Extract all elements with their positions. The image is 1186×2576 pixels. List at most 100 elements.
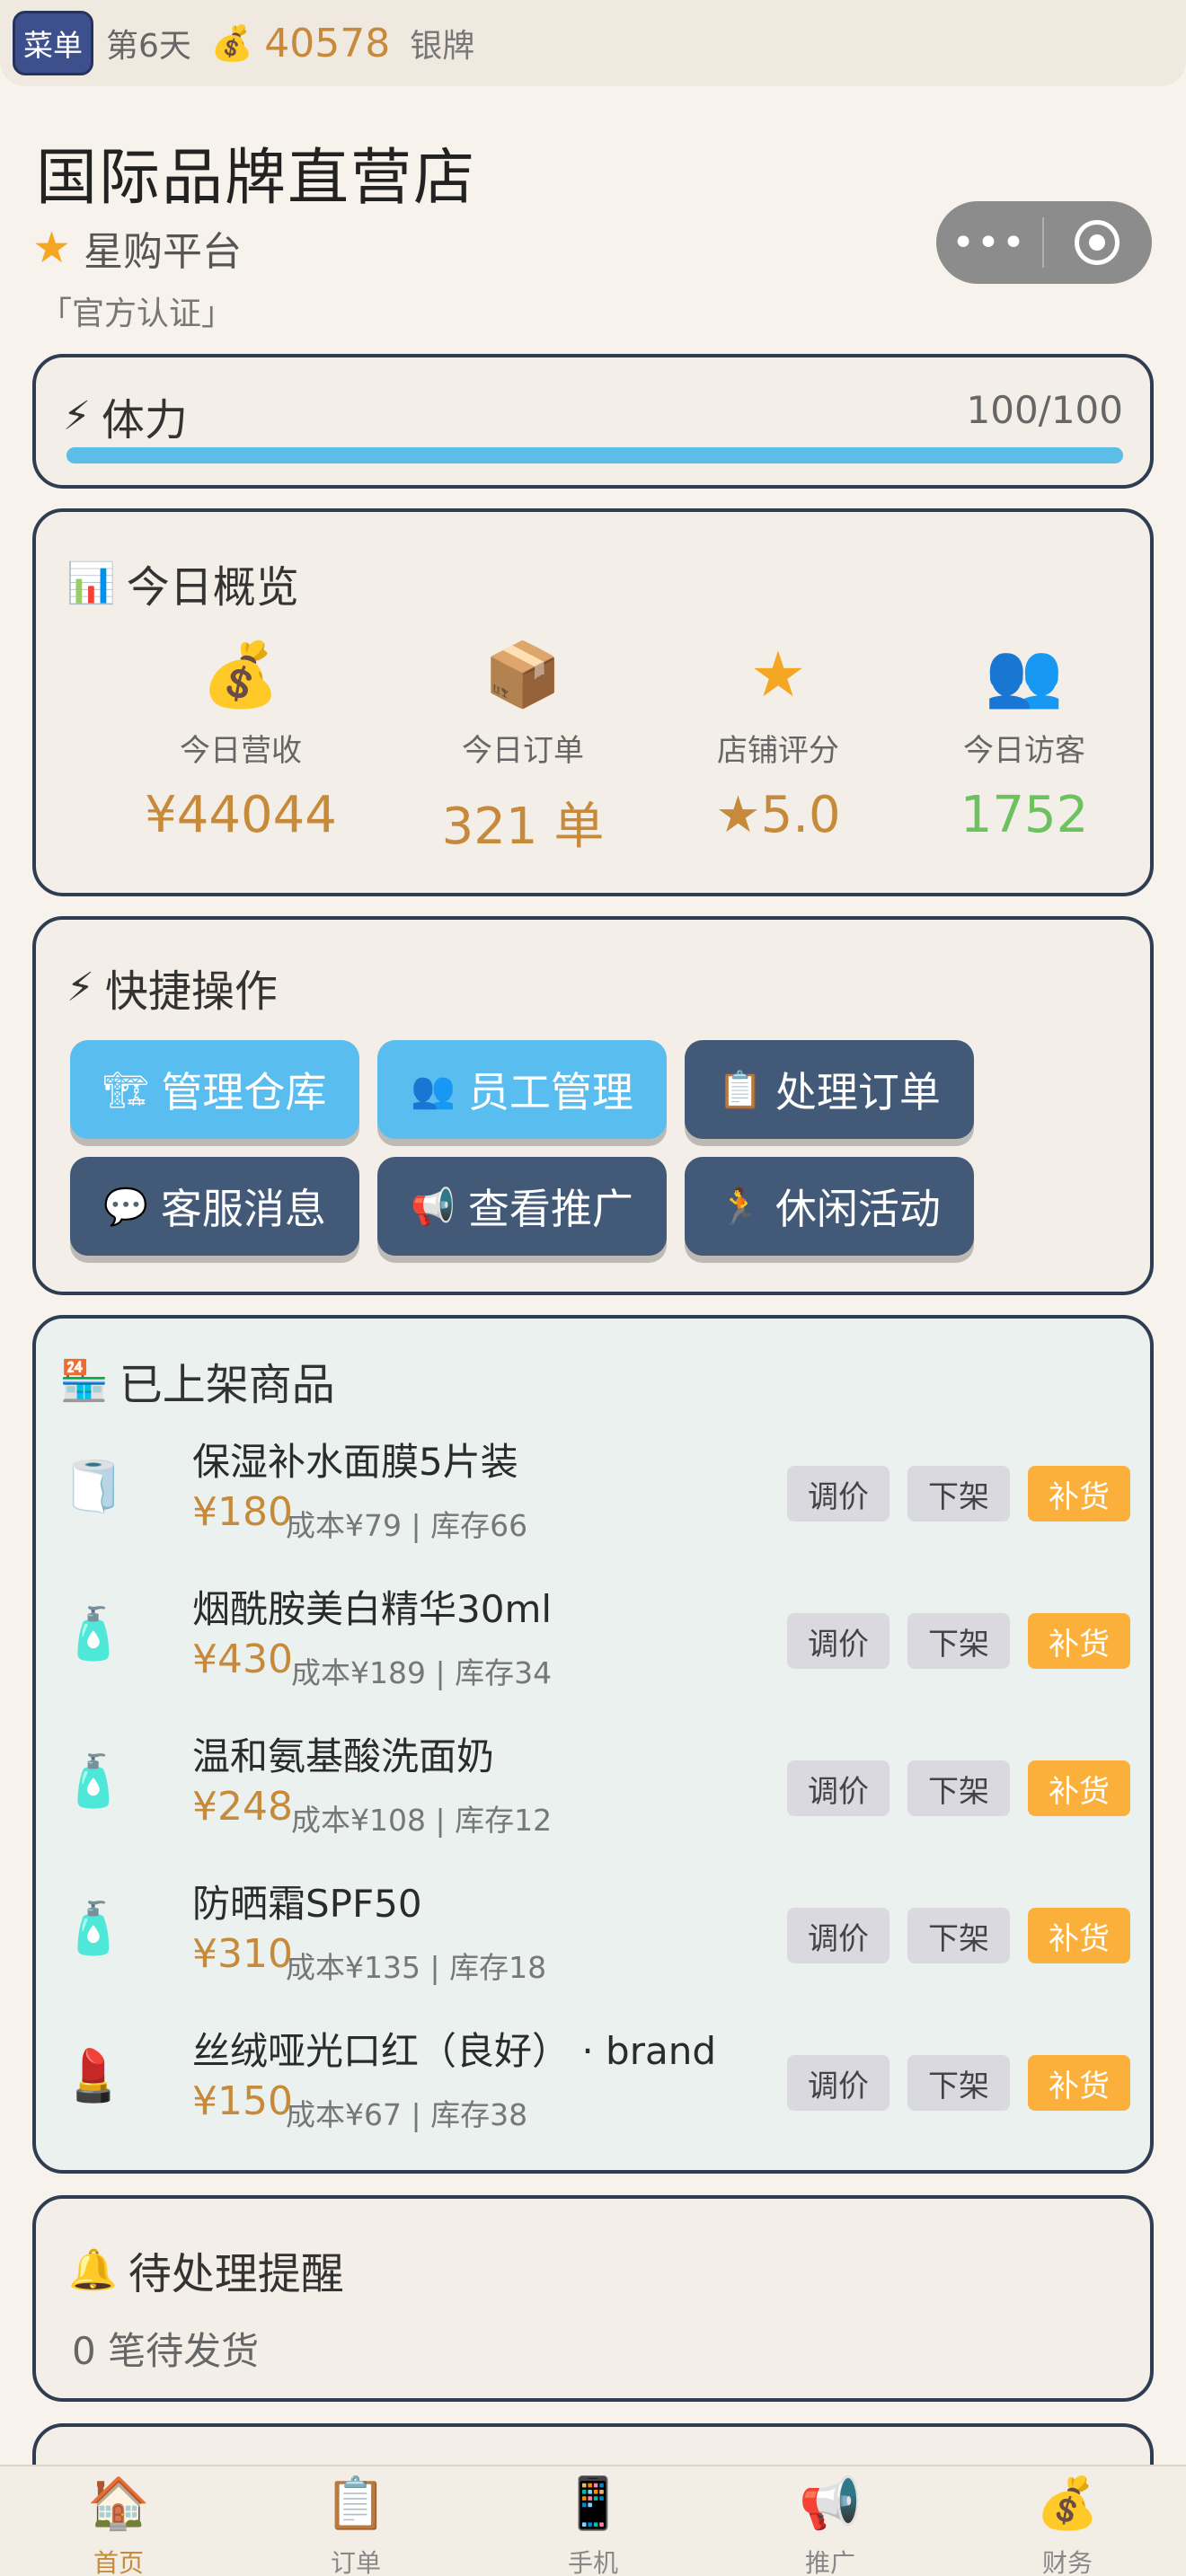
reminder-title-text: 待处理提醒	[128, 2249, 344, 2299]
button-label: 员工管理	[467, 1068, 633, 1116]
certified-tag: 「官方认证」	[40, 296, 235, 332]
button-label: 休闲活动	[774, 1185, 941, 1233]
more-options-icon[interactable]: •••	[936, 220, 1042, 266]
menu-button[interactable]: 菜单	[13, 11, 93, 75]
reminder-title: 🔔 待处理提醒	[68, 2238, 344, 2301]
delist-button[interactable]: 下架	[907, 1760, 1010, 1816]
button-label: 查看推广	[467, 1185, 633, 1233]
restock-button[interactable]: 补货	[1028, 1760, 1130, 1816]
button-label: 客服消息	[160, 1185, 326, 1233]
clipboard-icon: 📋	[324, 2475, 387, 2533]
customer-messages-button[interactable]: 💬 客服消息	[70, 1157, 359, 1256]
product-name: 温和氨基酸洗面奶	[192, 1734, 495, 1778]
adjust-price-button[interactable]: 调价	[787, 2055, 890, 2111]
tab-label: 财务	[1041, 2548, 1093, 2576]
stamina-progress-bar	[66, 447, 1123, 463]
restock-button[interactable]: 补货	[1028, 2055, 1130, 2111]
lightning-icon: ⚡	[66, 964, 94, 1010]
bar-chart-icon: 📊	[66, 560, 116, 606]
cleanser-tube-icon: 🧴	[62, 1752, 125, 1811]
product-meta: 成本¥189 | 库存34	[291, 1655, 553, 1690]
close-target-icon[interactable]	[1075, 220, 1120, 265]
store-icon: 🏪	[59, 1358, 109, 1404]
process-orders-button[interactable]: 📋 处理订单	[685, 1040, 974, 1139]
stat-value: 321 单	[441, 798, 605, 856]
product-price: ¥248	[192, 1784, 293, 1830]
manage-warehouse-button[interactable]: 🏗 管理仓库	[70, 1040, 359, 1139]
product-meta: 成本¥67 | 库存38	[286, 2097, 528, 2132]
product-row: 🧻 保湿补水面膜5片装 ¥180 成本¥79 | 库存66 调价 下架 补货	[58, 1426, 1132, 1552]
product-price: ¥150	[192, 2078, 293, 2124]
product-row: 💄 丝绒哑光口红（良好） · brand ¥150 成本¥67 | 库存38 调…	[58, 2016, 1132, 2141]
product-name: 烟酰胺美白精华30ml	[192, 1587, 553, 1631]
product-row: 🧴 防晒霜SPF50 ¥310 成本¥135 | 库存18 调价 下架 补货	[58, 1868, 1132, 1994]
restock-button[interactable]: 补货	[1028, 1908, 1130, 1963]
restock-button[interactable]: 补货	[1028, 1613, 1130, 1669]
lipstick-icon: 💄	[62, 2047, 125, 2105]
star-icon: ★	[749, 638, 807, 711]
home-icon: 🏠	[87, 2475, 150, 2533]
megaphone-icon: 📢	[799, 2475, 862, 2533]
money-bag-icon: 💰	[1036, 2475, 1099, 2533]
stamina-value: 100/100	[966, 388, 1123, 432]
view-promotion-button[interactable]: 📢 查看推广	[377, 1157, 667, 1256]
leisure-activities-button[interactable]: 🏃 休闲活动	[685, 1157, 974, 1256]
products-title: 🏪 已上架商品	[59, 1349, 335, 1412]
megaphone-icon: 📢	[411, 1186, 456, 1228]
listed-products-card: 🏪 已上架商品 🧻 保湿补水面膜5片装 ¥180 成本¥79 | 库存66 调价…	[32, 1315, 1154, 2174]
adjust-price-button[interactable]: 调价	[787, 1613, 890, 1669]
stat-value: 1752	[960, 786, 1089, 844]
running-icon: 🏃	[718, 1186, 763, 1228]
product-meta: 成本¥108 | 库存12	[291, 1803, 553, 1838]
face-mask-icon: 🧻	[62, 1458, 125, 1516]
platform-name: 星购平台	[84, 229, 243, 275]
adjust-price-button[interactable]: 调价	[787, 1466, 890, 1522]
rank-badge: 银牌	[410, 28, 475, 65]
package-icon: 📦	[483, 638, 562, 711]
users-icon: 👥	[411, 1069, 456, 1111]
tab-home[interactable]: 🏠 首页	[0, 2466, 237, 2576]
bell-icon: 🔔	[68, 2247, 118, 2293]
adjust-price-button[interactable]: 调价	[787, 1760, 890, 1816]
tab-label: 首页	[93, 2548, 144, 2576]
delist-button[interactable]: 下架	[907, 1466, 1010, 1522]
stat-rating: ★ 店铺评分 ★5.0	[643, 638, 913, 844]
platform-label: ★ 星购平台	[32, 219, 242, 277]
delist-button[interactable]: 下架	[907, 1613, 1010, 1669]
products-title-text: 已上架商品	[119, 1360, 335, 1410]
day-counter: 第6天	[106, 28, 191, 65]
tab-phone[interactable]: 📱 手机	[474, 2466, 712, 2576]
tab-orders[interactable]: 📋 订单	[237, 2466, 474, 2576]
tab-label: 推广	[804, 2548, 855, 2576]
lightning-icon: ⚡	[63, 393, 91, 439]
today-overview-card: 📊 今日概览 💰 今日营收 ¥44044 📦 今日订单 321 单 ★ 店铺评分…	[32, 508, 1154, 896]
tab-promotion[interactable]: 📢 推广	[712, 2466, 949, 2576]
top-status-bar: 菜单 第6天 💰 40578 银牌	[0, 0, 1186, 86]
product-meta: 成本¥79 | 库存66	[286, 1508, 528, 1543]
tab-finance[interactable]: 💰 财务	[949, 2466, 1186, 2576]
product-row: 🧴 温和氨基酸洗面奶 ¥248 成本¥108 | 库存12 调价 下架 补货	[58, 1721, 1132, 1847]
quick-actions-title-text: 快捷操作	[104, 966, 278, 1017]
delist-button[interactable]: 下架	[907, 1908, 1010, 1963]
product-row: 🧴 烟酰胺美白精华30ml ¥430 成本¥189 | 库存34 调价 下架 补…	[58, 1574, 1132, 1699]
stamina-card: ⚡ 体力 100/100	[32, 354, 1154, 489]
stat-value: ¥44044	[145, 786, 337, 844]
product-name: 丝绒哑光口红（良好） · brand	[192, 2029, 716, 2073]
delist-button[interactable]: 下架	[907, 2055, 1010, 2111]
restock-button[interactable]: 补货	[1028, 1466, 1130, 1522]
product-price: ¥430	[192, 1636, 293, 1682]
money-bag-icon: 💰	[210, 22, 254, 63]
shop-title: 国际品牌直营店	[36, 143, 477, 214]
stat-label: 店铺评分	[717, 733, 839, 769]
overview-title: 📊 今日概览	[66, 551, 299, 614]
stat-label: 今日访客	[963, 733, 1085, 769]
adjust-price-button[interactable]: 调价	[787, 1908, 890, 1963]
tab-label: 订单	[330, 2548, 381, 2576]
sunscreen-icon: 🧴	[62, 1900, 125, 1958]
chat-bubble-icon: 💬	[103, 1186, 148, 1228]
stamina-title: ⚡ 体力	[63, 384, 188, 447]
capsule-divider	[1042, 217, 1044, 268]
product-price: ¥310	[192, 1931, 293, 1977]
staff-management-button[interactable]: 👥 员工管理	[377, 1040, 667, 1139]
pending-shipment-text: 0 笔待发货	[72, 2329, 260, 2373]
